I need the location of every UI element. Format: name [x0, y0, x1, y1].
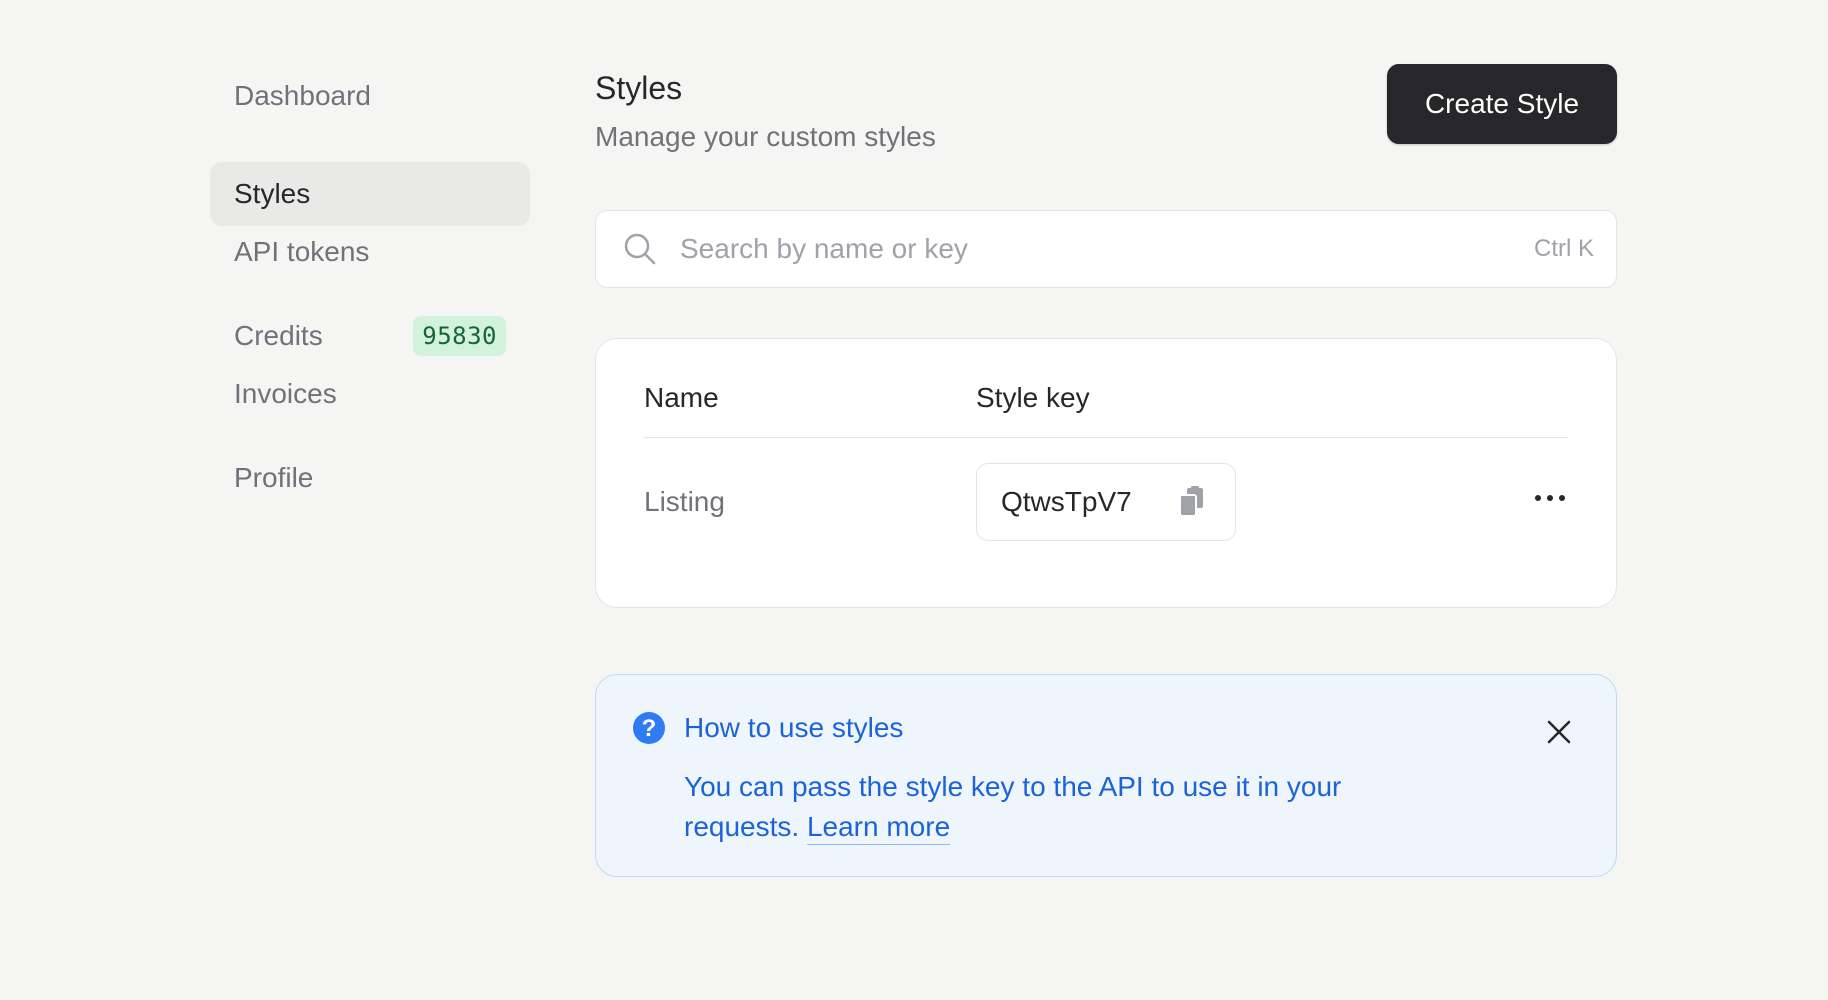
- sidebar-item-profile[interactable]: Profile: [210, 446, 530, 510]
- page-title: Styles: [595, 70, 683, 106]
- callout-text: You can pass the style key to the API to…: [684, 771, 1342, 842]
- copy-icon[interactable]: [1175, 484, 1211, 520]
- more-options-icon[interactable]: [1528, 476, 1572, 520]
- sidebar-item-label: Invoices: [234, 378, 337, 409]
- column-header-name: Name: [644, 382, 719, 413]
- callout-title: How to use styles: [684, 712, 904, 743]
- search-input[interactable]: [678, 232, 1534, 266]
- page-subtitle: Manage your custom styles: [595, 121, 936, 152]
- header-text: Styles Manage your custom styles: [595, 64, 936, 153]
- sidebar: Dashboard Styles API tokens Credits 9583…: [210, 64, 530, 510]
- sidebar-item-label: Credits: [234, 320, 323, 351]
- help-callout: ? How to use styles You can pass the sty…: [595, 674, 1617, 877]
- sidebar-item-label: Dashboard: [234, 80, 371, 111]
- create-style-button[interactable]: Create Style: [1387, 64, 1617, 144]
- style-name-cell: Listing: [644, 486, 725, 517]
- sidebar-item-invoices[interactable]: Invoices: [210, 362, 530, 426]
- search-box[interactable]: Ctrl K: [595, 210, 1617, 288]
- table-row: Listing QtwsTpV7: [644, 438, 1568, 542]
- sidebar-item-dashboard[interactable]: Dashboard: [210, 64, 530, 128]
- sidebar-item-credits[interactable]: Credits 95830: [210, 304, 530, 368]
- learn-more-link[interactable]: Learn more: [806, 811, 951, 845]
- style-key-chip: QtwsTpV7: [976, 463, 1236, 541]
- callout-body: You can pass the style key to the API to…: [684, 767, 1404, 847]
- sidebar-item-label: API tokens: [234, 236, 370, 267]
- search-icon: [622, 231, 658, 267]
- sidebar-item-label: Profile: [234, 462, 314, 493]
- main-content: Styles Manage your custom styles Create …: [595, 64, 1617, 877]
- close-icon[interactable]: [1542, 715, 1576, 749]
- sidebar-item-styles[interactable]: Styles: [210, 162, 530, 226]
- question-circle-icon: ?: [632, 711, 666, 745]
- callout-title-row: ? How to use styles: [632, 709, 1580, 747]
- sidebar-item-label: Styles: [234, 178, 311, 209]
- style-key-value: QtwsTpV7: [1001, 486, 1132, 517]
- table-header: Name Style key: [644, 379, 1568, 438]
- styles-table: Name Style key Listing QtwsTpV7: [595, 338, 1617, 608]
- svg-text:?: ?: [642, 715, 657, 742]
- page-header: Styles Manage your custom styles Create …: [595, 64, 1617, 184]
- keyboard-shortcut-hint: Ctrl K: [1534, 235, 1594, 262]
- credits-badge: 95830: [413, 316, 506, 356]
- sidebar-item-api-tokens[interactable]: API tokens: [210, 220, 530, 284]
- column-header-style-key: Style key: [976, 382, 1090, 413]
